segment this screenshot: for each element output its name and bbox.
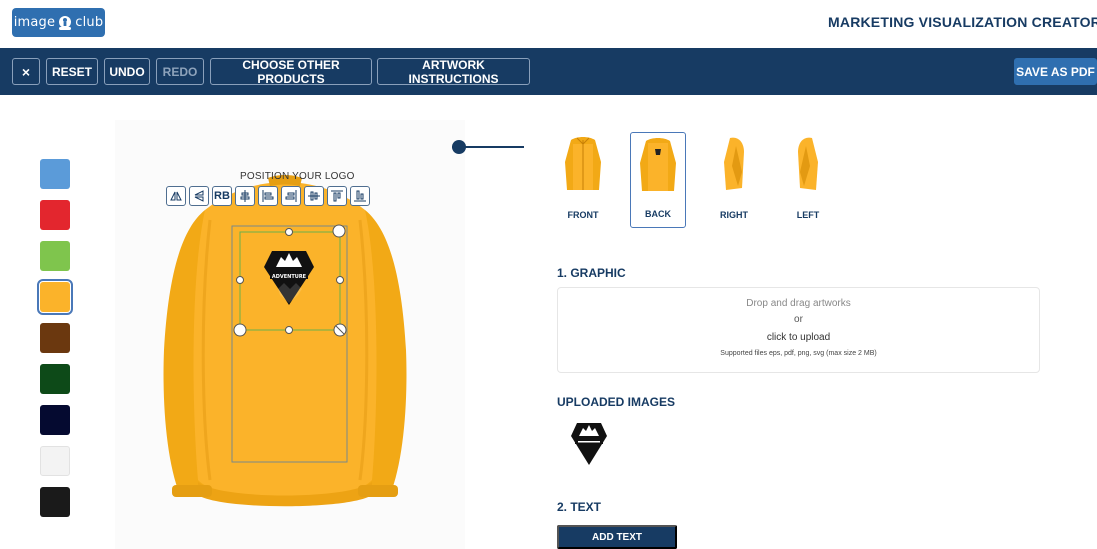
resize-handle-bottom[interactable] (285, 326, 293, 334)
swatch-red[interactable] (40, 200, 70, 230)
view-back-label: BACK (645, 209, 671, 219)
swatch-light-blue[interactable] (40, 159, 70, 189)
swatch-black[interactable] (40, 487, 70, 517)
rotate-handle-icon[interactable] (332, 224, 346, 238)
logo-figure-icon (59, 15, 72, 30)
view-front-label: FRONT (567, 210, 599, 220)
resize-handle-right[interactable] (336, 276, 344, 284)
artwork-dropzone[interactable]: Drop and drag artworks or click to uploa… (557, 287, 1040, 373)
swatch-white[interactable] (40, 446, 70, 476)
view-left-label: LEFT (796, 210, 820, 220)
position-toolbar: RB (166, 186, 370, 206)
dropzone-or-text: or (794, 314, 803, 325)
imageclub-logo[interactable]: image club (12, 8, 105, 37)
swatch-brown[interactable] (40, 323, 70, 353)
page-title: MARKETING VISUALIZATION CREATOR (828, 14, 1097, 30)
right-thumbnail-icon (724, 137, 744, 190)
resize-handle-top[interactable] (285, 228, 293, 236)
dropzone-drag-text: Drop and drag artworks (746, 298, 851, 309)
swatch-dark-green[interactable] (40, 364, 70, 394)
logo-text-club: club (75, 15, 104, 30)
left-thumbnail-icon (798, 137, 818, 190)
swatch-yellow[interactable] (37, 279, 73, 315)
view-left[interactable]: LEFT (780, 132, 836, 228)
view-front[interactable]: FRONT (555, 132, 611, 228)
main-toolbar: × RESET UNDO REDO CHOOSE OTHER PRODUCTS … (0, 48, 1097, 95)
back-thumbnail-icon (640, 138, 676, 191)
click-to-upload-link[interactable]: click to upload (558, 332, 1039, 343)
front-thumbnail-icon (565, 137, 601, 190)
swatch-light-green[interactable] (40, 241, 70, 271)
view-right[interactable]: RIGHT (706, 132, 762, 228)
align-right-icon[interactable] (281, 186, 301, 206)
resize-handle-left[interactable] (236, 276, 244, 284)
align-middle-vertical-icon[interactable] (304, 186, 324, 206)
view-right-label: RIGHT (720, 210, 748, 220)
add-text-button[interactable]: ADD TEXT (557, 525, 677, 549)
artwork-instructions-button[interactable]: ARTWORK INSTRUCTIONS (377, 58, 530, 86)
sweater-back-image (163, 175, 407, 507)
view-back[interactable]: BACK (630, 132, 686, 228)
redo-button[interactable]: REDO (156, 58, 204, 85)
flip-vertical-icon[interactable] (189, 186, 209, 206)
swatch-navy[interactable] (40, 405, 70, 435)
zoom-slider-handle[interactable] (452, 140, 466, 154)
undo-button[interactable]: UNDO (104, 58, 150, 85)
align-bottom-icon[interactable] (350, 186, 370, 206)
app-header: image club MARKETING VISUALIZATION CREAT… (0, 0, 1097, 48)
logo-text-image: image (13, 15, 56, 30)
reset-button[interactable]: RESET (46, 58, 98, 85)
align-center-horizontal-icon[interactable] (235, 186, 255, 206)
position-your-logo-label: POSITION YOUR LOGO (240, 171, 355, 182)
save-as-pdf-button[interactable]: SAVE AS PDF (1014, 58, 1097, 85)
lock-handle-icon[interactable] (233, 323, 247, 337)
align-left-icon[interactable] (258, 186, 278, 206)
supported-files-note: Supported files eps, pdf, png, svg (max … (720, 350, 877, 357)
uploaded-image-thumbnail[interactable] (570, 420, 608, 466)
choose-other-products-button[interactable]: CHOOSE OTHER PRODUCTS (210, 58, 372, 86)
text-heading: 2. TEXT (557, 500, 602, 514)
uploaded-images-heading: UPLOADED IMAGES (557, 395, 676, 409)
flip-horizontal-icon[interactable] (166, 186, 186, 206)
selection-handles (233, 224, 347, 337)
graphic-heading: 1. GRAPHIC (557, 266, 626, 280)
close-button[interactable]: × (12, 58, 40, 85)
rb-tool[interactable]: RB (212, 186, 232, 206)
align-top-icon[interactable] (327, 186, 347, 206)
